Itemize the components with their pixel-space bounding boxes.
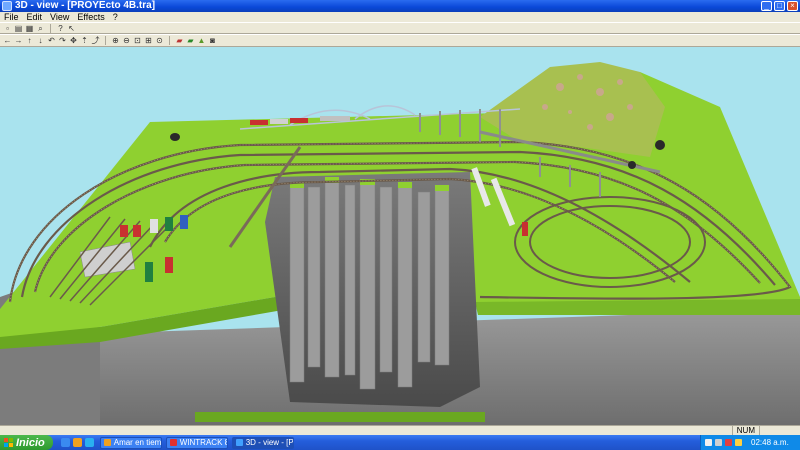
tunnel-portal-right	[655, 140, 665, 150]
tunnel-portal-left	[170, 133, 180, 141]
print-icon[interactable]: ▤	[14, 24, 23, 33]
zoom-window-icon[interactable]: ⊡	[133, 36, 142, 45]
windows-logo-icon	[4, 438, 13, 447]
security-icon[interactable]	[725, 439, 732, 446]
browser-icon[interactable]	[60, 438, 70, 447]
task-amar-en-tiempos[interactable]: Amar en tiem...	[99, 436, 162, 449]
menu-edit[interactable]: Edit	[27, 12, 43, 22]
zoom-in-icon[interactable]: ⊕	[111, 36, 120, 45]
tunnel-portal-mid	[628, 161, 636, 169]
walk-icon[interactable]: ⇡	[80, 36, 89, 45]
task-icon	[169, 439, 177, 446]
taskbar: Inicio Amar en tiem... WINTRACK 8.... 3D…	[0, 435, 800, 450]
system-tray: 02:48 a.m.	[700, 435, 800, 450]
menu-view[interactable]: View	[50, 12, 69, 22]
view-toolbar: ← → ↑ ↓ ↶ ↷ ✥ ⇡ ⤴ ⊕ ⊖ ⊡ ⊞ ⊙ ▰ ▰ ▲ ◙	[0, 34, 800, 47]
rotate-left-icon[interactable]: ↶	[47, 36, 56, 45]
window-title: 3D - view - [PROYEcto 4B.tra]	[15, 0, 156, 11]
new-file-icon[interactable]: ▫	[3, 24, 12, 33]
zoom-all-icon[interactable]: ⊞	[144, 36, 153, 45]
rotate-right-icon[interactable]: ↷	[58, 36, 67, 45]
terrain-icon[interactable]: ▲	[197, 36, 206, 45]
maximize-button[interactable]: □	[774, 1, 785, 11]
print-preview-icon[interactable]: ▦	[25, 24, 34, 33]
menu-bar: File Edit View Effects ?	[0, 12, 800, 22]
media-player-icon[interactable]	[72, 438, 82, 447]
3d-viewport[interactable]	[0, 47, 800, 425]
toolbar-separator	[105, 36, 106, 45]
volume-icon[interactable]	[715, 439, 722, 446]
camera-icon[interactable]: ◙	[208, 36, 217, 45]
locomotive-icon[interactable]: ▰	[175, 36, 184, 45]
arrow-right-icon[interactable]: →	[14, 36, 23, 45]
task-icon	[103, 439, 111, 446]
zoom-fit-icon[interactable]: ⊙	[155, 36, 164, 45]
start-button[interactable]: Inicio	[0, 435, 53, 450]
toolbar-separator	[50, 23, 51, 33]
messenger-icon[interactable]	[84, 438, 94, 447]
menu-file[interactable]: File	[4, 12, 19, 22]
task-label: 3D - view - [P...	[245, 438, 293, 447]
task-3d-view[interactable]: 3D - view - [P...	[231, 436, 294, 449]
menu-help[interactable]: ?	[113, 12, 118, 22]
zoom-out-icon[interactable]: ⊖	[122, 36, 131, 45]
fly-icon[interactable]: ⤴	[91, 36, 100, 45]
antivirus-icon[interactable]	[735, 439, 742, 446]
menu-effects[interactable]: Effects	[77, 12, 104, 22]
task-wintrack[interactable]: WINTRACK 8....	[165, 436, 228, 449]
task-label: WINTRACK 8....	[179, 438, 227, 447]
task-icon	[235, 439, 243, 446]
status-bar: NUM	[0, 425, 800, 436]
zoom-icon[interactable]: ⌕	[36, 24, 45, 33]
help-pointer-icon[interactable]: ↖	[67, 24, 76, 33]
close-button[interactable]: ×	[787, 1, 798, 11]
arrow-up-icon[interactable]: ↑	[25, 36, 34, 45]
start-label: Inicio	[16, 436, 45, 449]
arrow-down-icon[interactable]: ↓	[36, 36, 45, 45]
network-icon[interactable]	[705, 439, 712, 446]
help-icon[interactable]: ?	[56, 24, 65, 33]
quick-launch	[60, 438, 94, 447]
foreground-ledge	[195, 412, 485, 422]
pan-icon[interactable]: ✥	[69, 36, 78, 45]
layout-3d-scene	[0, 62, 800, 425]
train-icon[interactable]: ▰	[186, 36, 195, 45]
toolbar-separator	[169, 36, 170, 45]
canyon-pillars	[289, 176, 450, 390]
task-label: Amar en tiem...	[113, 438, 162, 447]
arrow-left-icon[interactable]: ←	[3, 36, 12, 45]
standard-toolbar: ▫ ▤ ▦ ⌕ ? ↖	[0, 22, 800, 34]
minimize-button[interactable]: _	[761, 1, 772, 11]
app-icon	[2, 1, 12, 11]
clock: 02:48 a.m.	[751, 438, 789, 447]
title-bar: 3D - view - [PROYEcto 4B.tra] _ □ ×	[0, 0, 800, 12]
